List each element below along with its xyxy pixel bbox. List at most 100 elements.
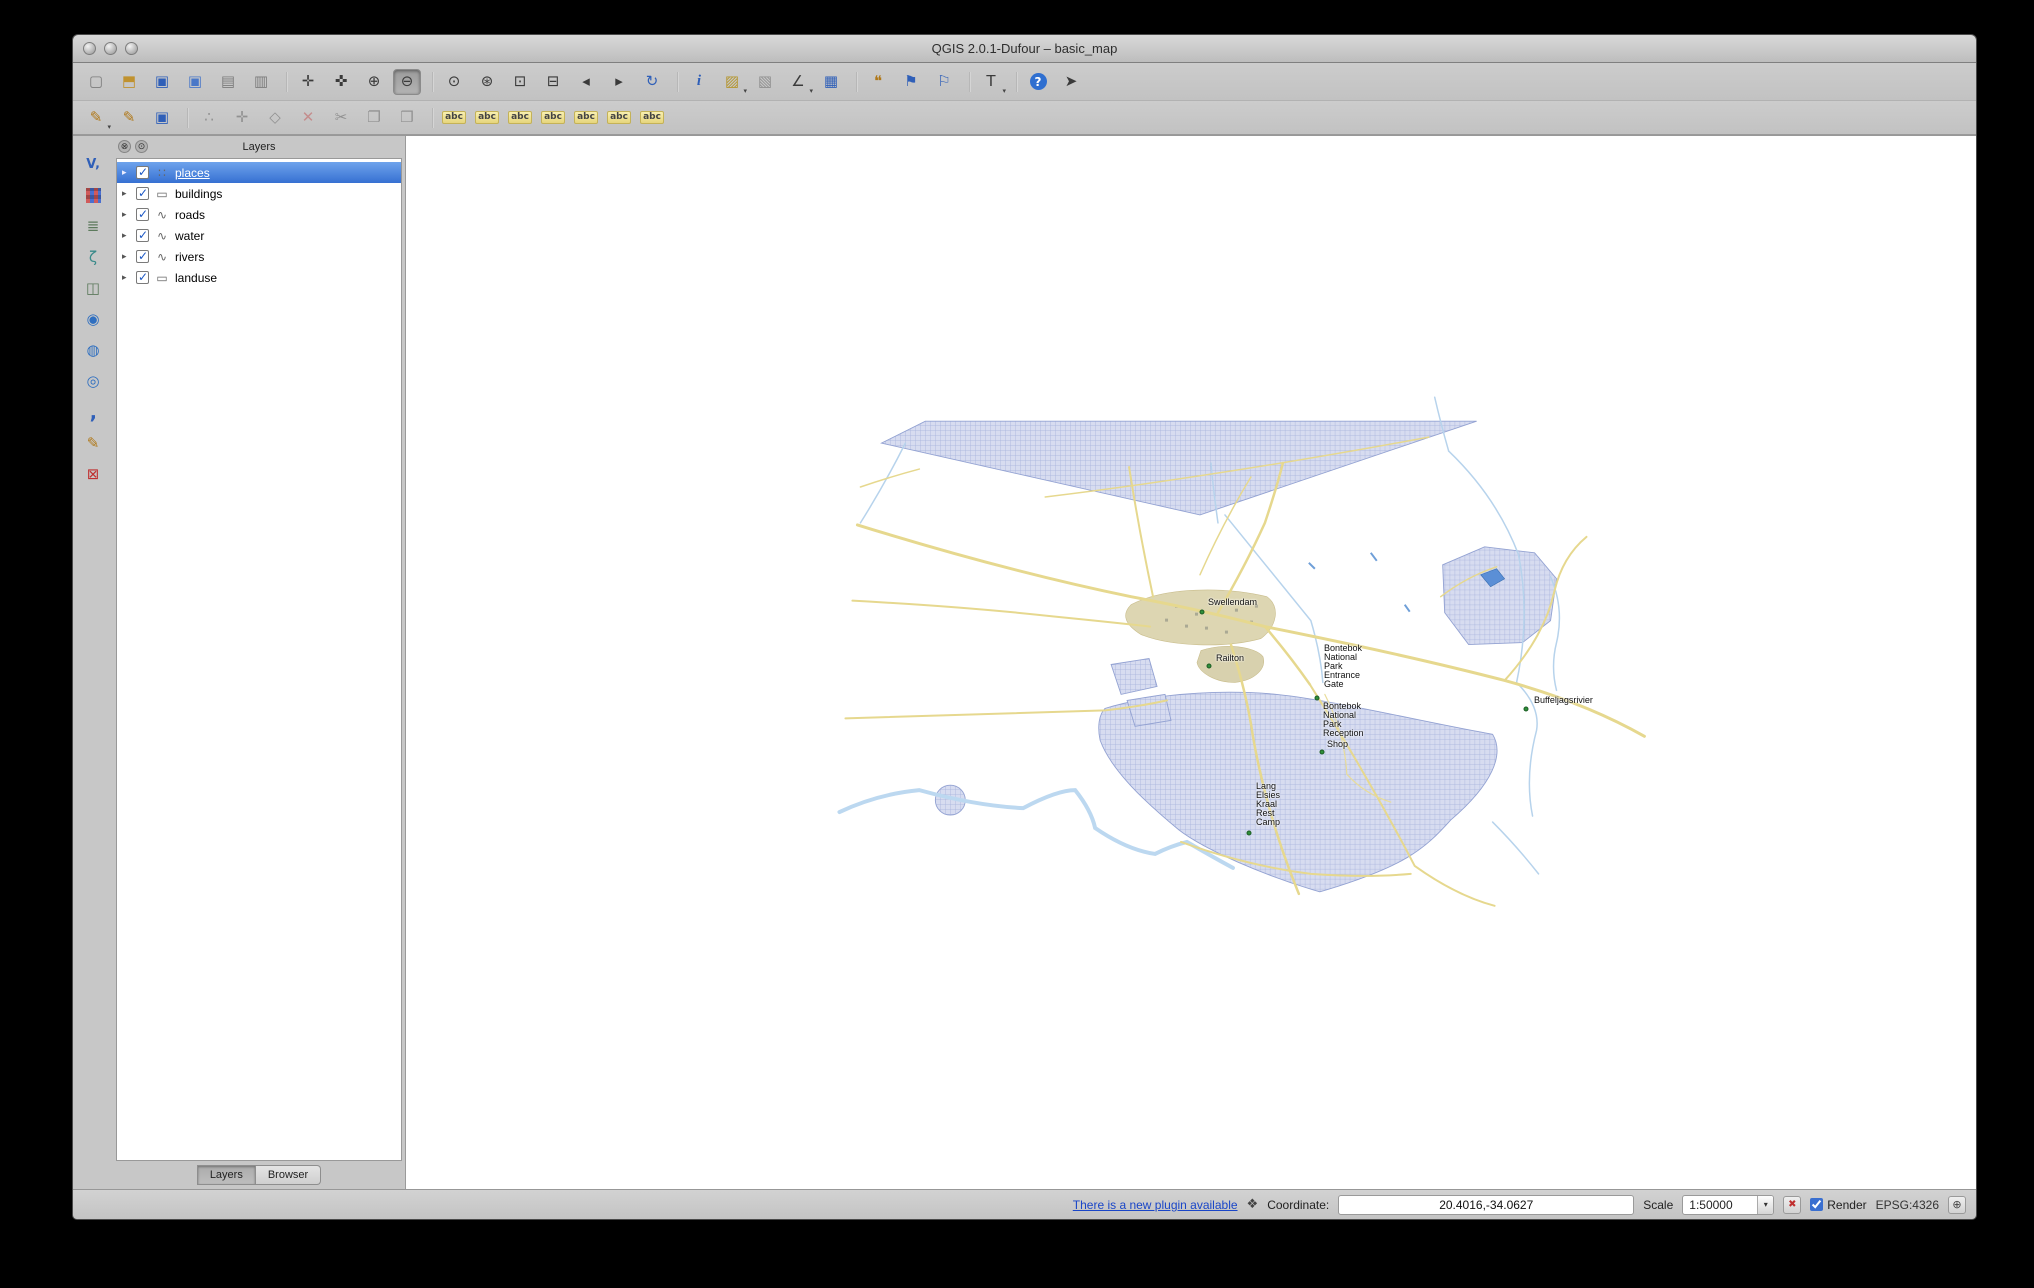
deselect-features-button[interactable]: ▧: [751, 69, 779, 95]
new-project-button[interactable]: ▢: [82, 69, 110, 95]
cut-features-button[interactable]: ✂: [327, 105, 355, 131]
layer-row-water[interactable]: ∿ water: [117, 225, 401, 246]
map-tips-button[interactable]: ❝: [864, 69, 892, 95]
expand-arrow-icon[interactable]: [122, 230, 131, 241]
toolbar-separator: [187, 108, 189, 128]
zoom-last-button[interactable]: ◂: [572, 69, 600, 95]
new-bookmark-button[interactable]: ⚑: [897, 69, 925, 95]
add-delimited-text-layer-button[interactable]: ‚: [80, 400, 106, 424]
layer-row-places[interactable]: ∷ places: [117, 162, 401, 183]
delete-selected-button[interactable]: ✕: [294, 105, 322, 131]
select-features-button[interactable]: ▨: [718, 69, 746, 95]
node-tool-button[interactable]: ◇: [261, 105, 289, 131]
identify-button[interactable]: i: [685, 69, 713, 95]
pan-to-selection-button[interactable]: ✜: [327, 69, 355, 95]
add-wcs-layer-button[interactable]: ◍: [80, 338, 106, 362]
toolbar-icon: T: [986, 74, 995, 89]
current-edits-button[interactable]: ✎: [82, 105, 110, 131]
attribute-table-button[interactable]: ▦: [817, 69, 845, 95]
toolbar-icon: ❒: [400, 110, 413, 125]
help-button[interactable]: ?: [1024, 69, 1052, 95]
remove-layer-button[interactable]: ⊠: [80, 462, 106, 486]
text-annotation-button[interactable]: T: [977, 69, 1005, 95]
tab-layers[interactable]: Layers: [197, 1165, 256, 1185]
add-mssql-layer-button[interactable]: ◫: [80, 276, 106, 300]
move-feature-button[interactable]: ✛: [228, 105, 256, 131]
composer-manager-button[interactable]: ▥: [247, 69, 275, 95]
layer-type-icon: ∿: [154, 208, 170, 222]
plugin-manager-icon[interactable]: ❖: [1247, 1197, 1259, 1212]
paste-features-button[interactable]: ❒: [393, 105, 421, 131]
save-project-as-button[interactable]: ▣: [181, 69, 209, 95]
layer-visibility-checkbox[interactable]: [136, 166, 149, 179]
refresh-map-button[interactable]: ↻: [638, 69, 666, 95]
add-spatialite-layer-button[interactable]: ζ: [80, 245, 106, 269]
whats-this-button[interactable]: ➤: [1057, 69, 1085, 95]
new-composer-button[interactable]: ▤: [214, 69, 242, 95]
expand-arrow-icon[interactable]: [122, 251, 131, 262]
place-marker: [1315, 696, 1320, 701]
layer-visibility-checkbox[interactable]: [136, 229, 149, 242]
zoom-full-button[interactable]: ⊛: [473, 69, 501, 95]
expand-arrow-icon[interactable]: [122, 272, 131, 283]
expand-arrow-icon[interactable]: [122, 209, 131, 220]
zoom-out-button[interactable]: ⊖: [393, 69, 421, 95]
zoom-to-layer-button[interactable]: ⊟: [539, 69, 567, 95]
measure-button[interactable]: ∠: [784, 69, 812, 95]
toolbar-icon: ∴: [204, 110, 214, 125]
add-feature-button[interactable]: ∴: [195, 105, 223, 131]
stop-rendering-icon[interactable]: ✖: [1783, 1196, 1801, 1214]
toggle-editing-button[interactable]: ✎: [115, 105, 143, 131]
layer-row-rivers[interactable]: ∿ rivers: [117, 246, 401, 267]
layer-row-buildings[interactable]: ▭ buildings: [117, 183, 401, 204]
crs-status-icon[interactable]: ⊕: [1948, 1196, 1966, 1214]
zoom-to-selection-button[interactable]: ⊡: [506, 69, 534, 95]
panel-close-icon[interactable]: ⊗: [118, 140, 131, 153]
labeling-button[interactable]: abc: [440, 105, 468, 131]
render-checkbox[interactable]: [1810, 1198, 1823, 1211]
expand-arrow-icon[interactable]: [122, 167, 131, 178]
panel-float-icon[interactable]: ⊙: [135, 140, 148, 153]
add-vector-layer-button[interactable]: V‚: [80, 152, 106, 176]
add-wfs-layer-button[interactable]: ◎: [80, 369, 106, 393]
layer-row-landuse[interactable]: ▭ landuse: [117, 267, 401, 288]
layer-visibility-checkbox[interactable]: [136, 208, 149, 221]
show-bookmarks-button[interactable]: ⚐: [930, 69, 958, 95]
expand-arrow-icon[interactable]: [122, 188, 131, 199]
label-highlight-button[interactable]: abc: [506, 105, 534, 131]
scale-combobox[interactable]: 1:50000 ▾: [1682, 1195, 1774, 1215]
save-layer-edits-button[interactable]: ▣: [148, 105, 176, 131]
toolbar-icon: ≣: [87, 219, 100, 234]
label-properties-button[interactable]: abc: [638, 105, 666, 131]
chevron-down-icon[interactable]: ▾: [1757, 1196, 1773, 1214]
open-project-button[interactable]: ⬒: [115, 69, 143, 95]
add-wms-layer-button[interactable]: ◉: [80, 307, 106, 331]
layer-name: places: [175, 166, 210, 180]
label-change-button[interactable]: abc: [605, 105, 633, 131]
place-marker: [1200, 610, 1205, 615]
tab-browser[interactable]: Browser: [256, 1165, 321, 1185]
label-move-button[interactable]: abc: [539, 105, 567, 131]
map-canvas[interactable]: Swellendam Railton Bontebok National Par…: [405, 136, 1976, 1189]
pan-map-button[interactable]: ✛: [294, 69, 322, 95]
new-plugin-link[interactable]: There is a new plugin available: [1073, 1198, 1238, 1212]
label-rotate-button[interactable]: abc: [572, 105, 600, 131]
new-shapefile-layer-button[interactable]: ✎: [80, 431, 106, 455]
zoom-next-button[interactable]: ▸: [605, 69, 633, 95]
layer-visibility-checkbox[interactable]: [136, 250, 149, 263]
layer-visibility-checkbox[interactable]: [136, 271, 149, 284]
render-toggle[interactable]: Render: [1810, 1198, 1866, 1212]
toolbar-icon: ▤: [221, 74, 235, 89]
zoom-native-button[interactable]: ⊙: [440, 69, 468, 95]
save-project-button[interactable]: ▣: [148, 69, 176, 95]
toolbar-icon: ◎: [86, 374, 99, 389]
add-postgis-layer-button[interactable]: ≣: [80, 214, 106, 238]
layer-visibility-checkbox[interactable]: [136, 187, 149, 200]
coordinate-input[interactable]: [1338, 1195, 1634, 1215]
toolbar-icon: abc: [607, 111, 631, 124]
layer-row-roads[interactable]: ∿ roads: [117, 204, 401, 225]
add-raster-layer-button[interactable]: [80, 183, 106, 207]
zoom-in-button[interactable]: ⊕: [360, 69, 388, 95]
copy-features-button[interactable]: ❐: [360, 105, 388, 131]
label-pin-button[interactable]: abc: [473, 105, 501, 131]
